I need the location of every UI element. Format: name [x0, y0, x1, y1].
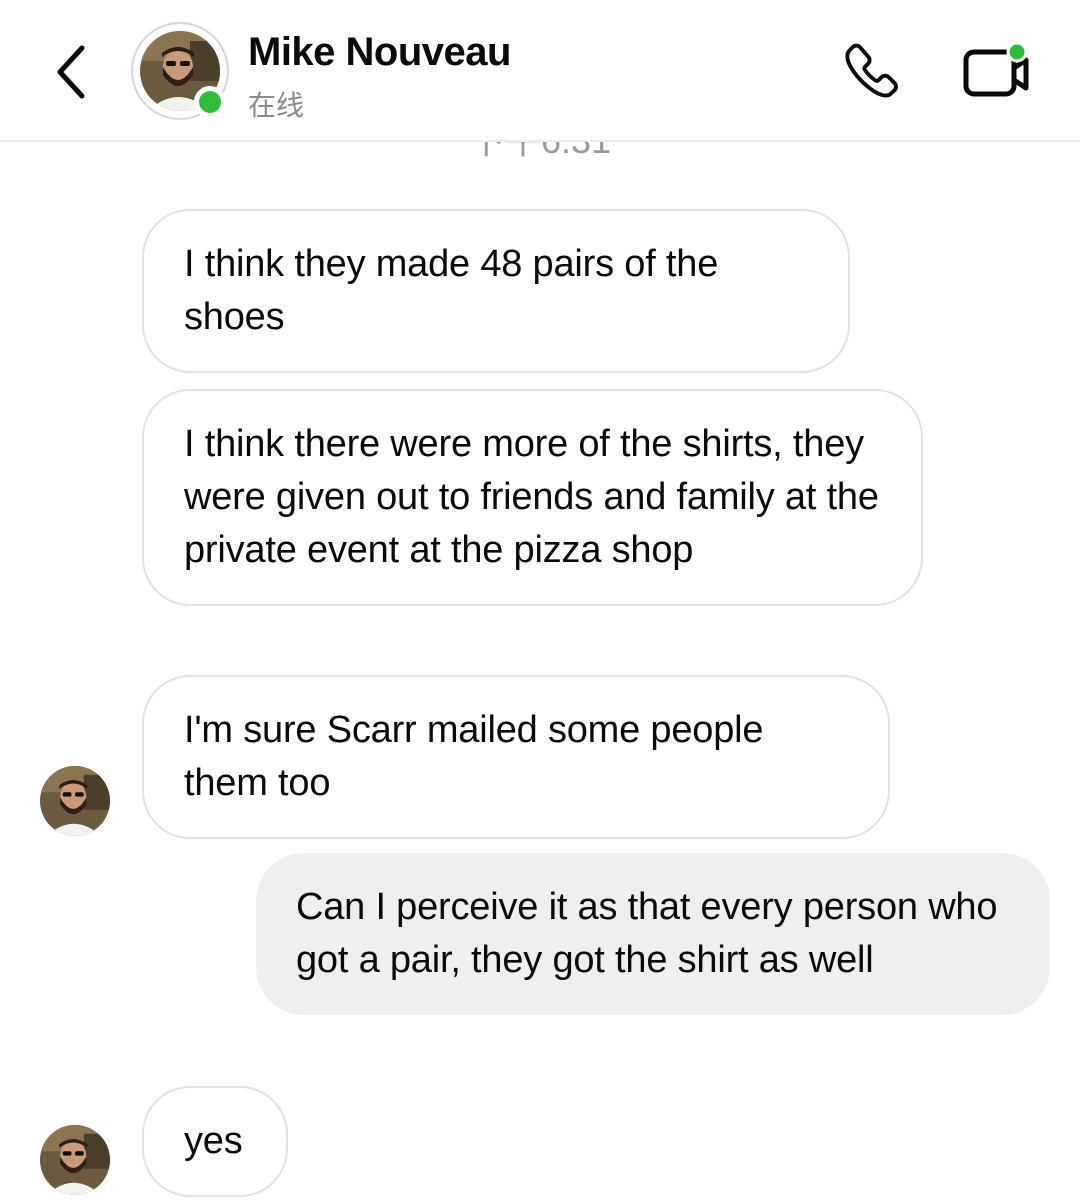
message-bubble-incoming[interactable]: I think there were more of the shirts, t…	[142, 389, 923, 606]
call-button[interactable]	[838, 38, 910, 104]
video-camera-icon	[963, 41, 1029, 97]
contact-status: 在线	[248, 89, 305, 122]
back-button[interactable]	[44, 40, 100, 104]
video-call-button[interactable]	[958, 38, 1038, 104]
message-bubble-incoming[interactable]: yes	[142, 1086, 288, 1197]
avatar[interactable]	[40, 766, 110, 836]
chat-header: Mike Nouveau 在线	[0, 0, 1080, 142]
avatar[interactable]	[40, 1125, 110, 1195]
chevron-left-icon	[57, 45, 85, 99]
message-bubble-outgoing[interactable]: Can I perceive it as that every person w…	[256, 853, 1050, 1015]
phone-icon	[845, 43, 898, 98]
message-bubble-incoming[interactable]: I think they made 48 pairs of the shoes	[142, 209, 850, 373]
contact-name[interactable]: Mike Nouveau	[248, 30, 511, 75]
message-bubble-incoming[interactable]: I'm sure Scarr mailed some people them t…	[142, 675, 890, 839]
online-indicator	[194, 86, 226, 118]
